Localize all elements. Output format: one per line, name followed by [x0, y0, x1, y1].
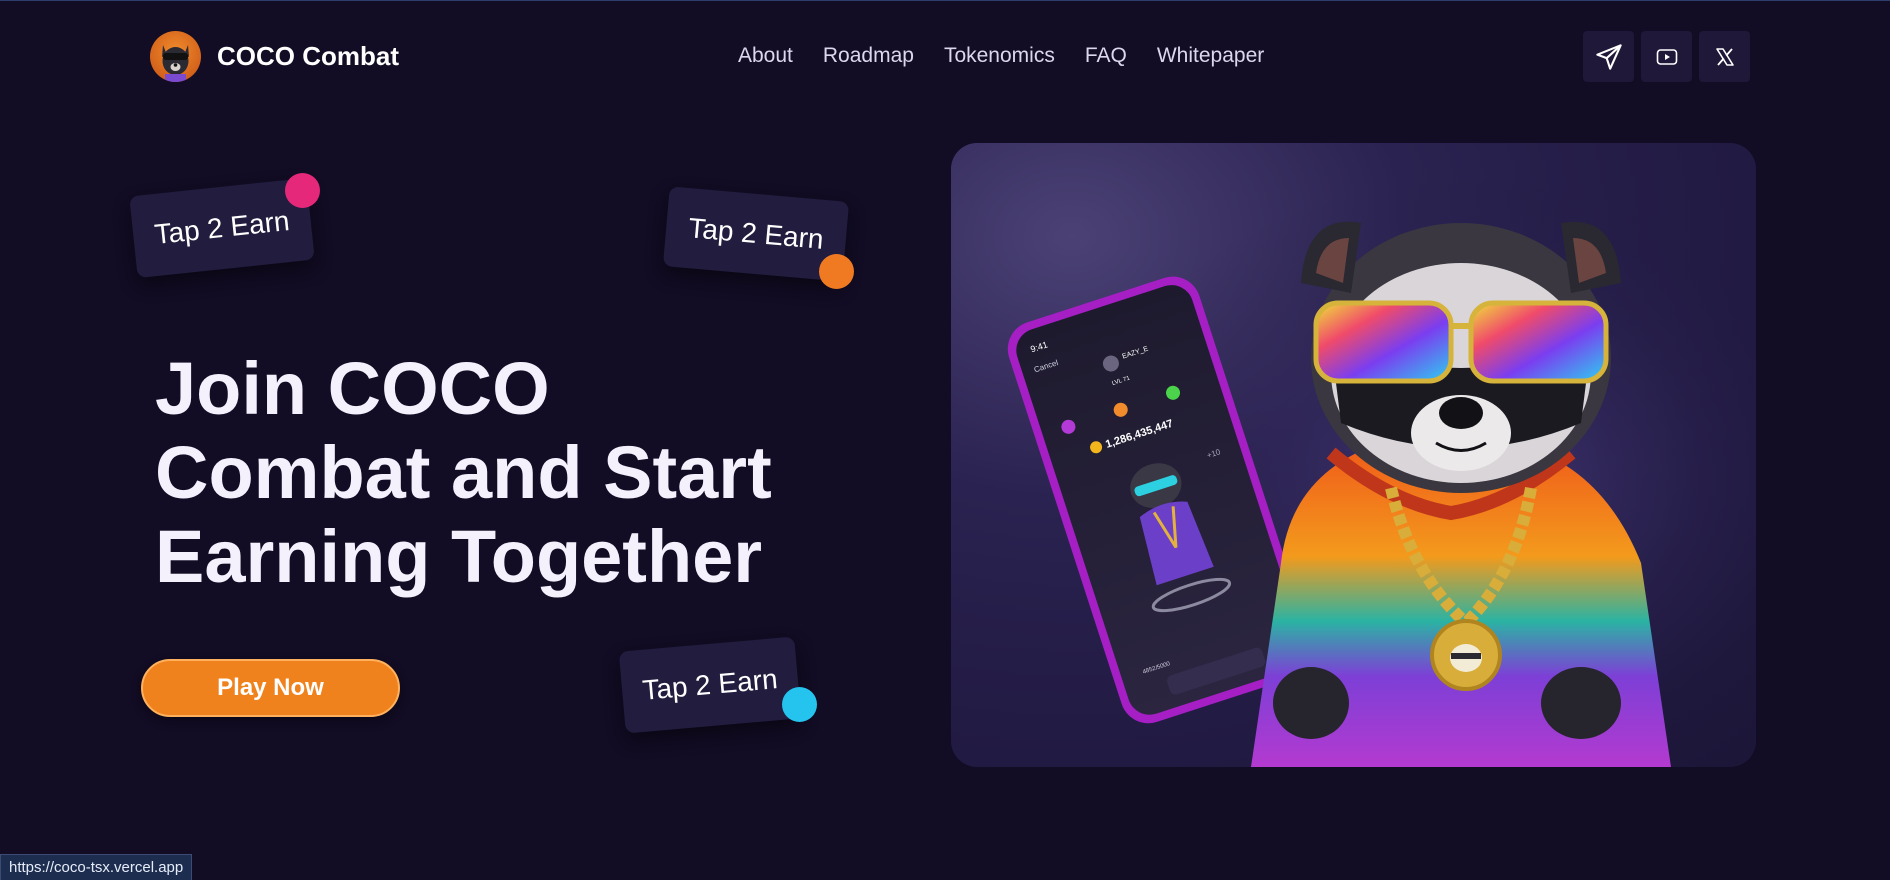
page: COCO Combat About Roadmap Tokenomics FAQ… — [0, 0, 1890, 880]
youtube-icon — [1656, 48, 1677, 65]
main-nav: About Roadmap Tokenomics FAQ Whitepaper — [738, 44, 1264, 68]
x-icon — [1715, 47, 1734, 66]
brand-name: COCO Combat — [217, 41, 399, 71]
tap-to-earn-tag: Tap 2 Earn — [618, 636, 802, 734]
nav-item-tokenomics[interactable]: Tokenomics — [944, 44, 1055, 68]
social-links — [1583, 31, 1750, 82]
status-bar-url: https://coco-tsx.vercel.app — [0, 854, 193, 880]
play-now-button[interactable]: Play Now — [141, 659, 400, 717]
nav-item-faq[interactable]: FAQ — [1085, 44, 1127, 68]
hero-headline: Join COCO Combat and Start Earning Toget… — [155, 347, 772, 598]
hero-image: 9:41 Cancel EAZY_E LVL 71 1,286,435,447 … — [951, 143, 1756, 767]
x-button[interactable] — [1699, 31, 1750, 82]
cyan-dot — [782, 687, 817, 722]
nav-item-about[interactable]: About — [738, 44, 793, 68]
telegram-icon — [1595, 43, 1622, 70]
nav-item-whitepaper[interactable]: Whitepaper — [1157, 44, 1264, 68]
pink-dot — [285, 173, 320, 208]
telegram-button[interactable] — [1583, 31, 1634, 82]
orange-dot — [819, 254, 854, 289]
raccoon-logo-icon — [150, 31, 201, 82]
brand[interactable]: COCO Combat — [150, 31, 399, 82]
youtube-button[interactable] — [1641, 31, 1692, 82]
nav-item-roadmap[interactable]: Roadmap — [823, 44, 914, 68]
